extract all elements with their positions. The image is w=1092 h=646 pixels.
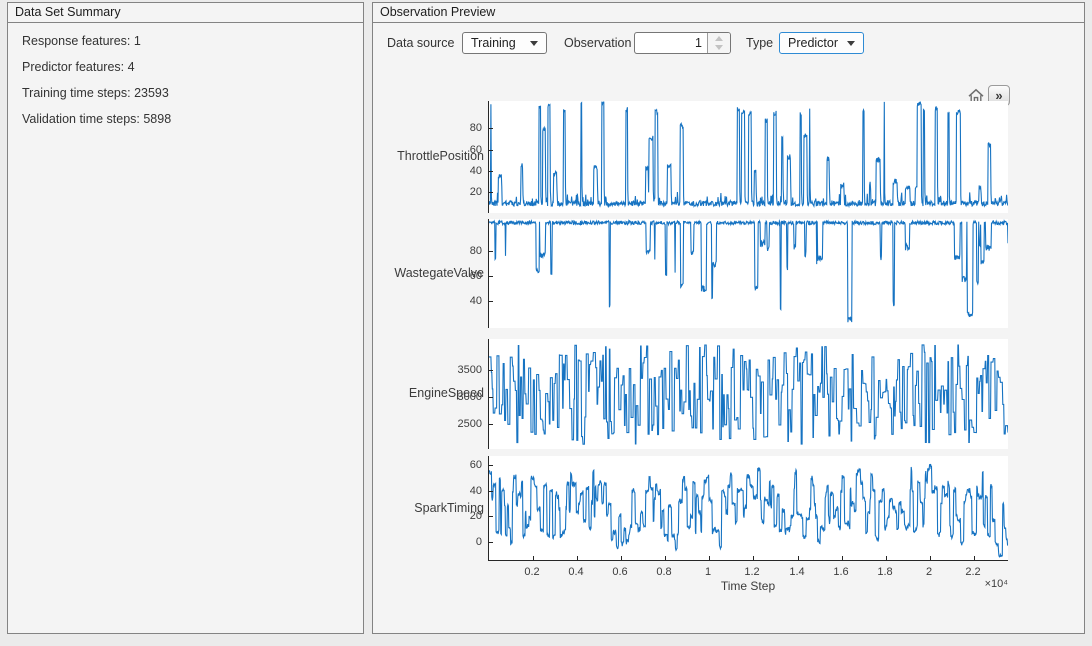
type-dropdown[interactable]: Predictor: [779, 32, 864, 54]
y-tick: [489, 150, 493, 151]
x-axis-label: Time Step: [698, 579, 798, 593]
y-tick: [489, 465, 493, 466]
chevron-down-icon: [530, 41, 538, 46]
observation-input[interactable]: [635, 33, 707, 53]
subplot-EngineSpeed[interactable]: [488, 339, 1008, 449]
type-value: Predictor: [788, 36, 838, 50]
x-tick: [842, 556, 843, 560]
x-tick: [709, 556, 710, 560]
x-tick: [886, 556, 887, 560]
y-tick: [489, 370, 493, 371]
data-set-summary-title: Data Set Summary: [15, 5, 121, 19]
subplot-SparkTiming[interactable]: [488, 456, 1008, 561]
x-tick: [930, 556, 931, 560]
y-tick-label: 60: [436, 144, 482, 156]
y-tick: [489, 171, 493, 172]
y-tick-label: 80: [436, 245, 482, 257]
x-tick: [798, 556, 799, 560]
y-tick-label: 60: [436, 270, 482, 282]
x-tick-label: 1: [690, 566, 726, 578]
y-tick-label: 80: [436, 122, 482, 134]
x-tick: [974, 556, 975, 560]
observation-preview-header: Observation Preview: [373, 3, 1084, 23]
x-tick-label: 1.2: [734, 566, 770, 578]
y-tick: [489, 128, 493, 129]
observation-preview-panel: Observation Preview Data source Training…: [372, 2, 1085, 634]
x-tick: [665, 556, 666, 560]
observation-label: Observation: [564, 32, 631, 54]
y-tick: [489, 276, 493, 277]
x-tick-label: 1.6: [823, 566, 859, 578]
x-tick-label: 2: [911, 566, 947, 578]
y-tick: [489, 424, 493, 425]
data-source-dropdown[interactable]: Training: [462, 32, 547, 54]
y-tick: [489, 251, 493, 252]
observation-spinner[interactable]: [634, 32, 731, 54]
signal-line-SparkTiming: [489, 456, 1008, 561]
x-tick: [753, 556, 754, 560]
y-tick-label: 40: [436, 295, 482, 307]
subplot-WastegateValve[interactable]: [488, 219, 1008, 328]
observation-preview-title: Observation Preview: [380, 5, 495, 19]
type-label: Type: [746, 32, 773, 54]
data-source-label: Data source: [387, 32, 454, 54]
y-tick-label: 60: [436, 459, 482, 471]
chevron-down-icon: [847, 41, 855, 46]
y-tick: [489, 516, 493, 517]
x-tick: [621, 556, 622, 560]
y-tick: [489, 491, 493, 492]
data-source-value: Training: [471, 36, 516, 50]
data-set-summary-panel: Data Set Summary Response features: 1 Pr…: [7, 2, 364, 634]
response-features-stat: Response features: 1: [22, 34, 141, 48]
x-axis-multiplier: ×10⁴: [958, 578, 1008, 590]
spin-up-icon[interactable]: [715, 36, 723, 41]
spin-down-icon[interactable]: [715, 45, 723, 50]
y-tick: [489, 542, 493, 543]
y-tick: [489, 192, 493, 193]
y-tick: [489, 397, 493, 398]
data-set-summary-header: Data Set Summary: [8, 3, 363, 23]
y-tick-label: 20: [436, 510, 482, 522]
x-tick-label: 1.4: [779, 566, 815, 578]
x-tick-label: 2.2: [955, 566, 991, 578]
x-tick: [533, 556, 534, 560]
observation-spin-buttons[interactable]: [707, 33, 730, 53]
validation-time-steps-stat: Validation time steps: 5898: [22, 112, 171, 126]
x-tick-label: 0.4: [558, 566, 594, 578]
y-tick-label: 40: [436, 165, 482, 177]
predictor-features-stat: Predictor features: 4: [22, 60, 135, 74]
x-tick-label: 0.6: [602, 566, 638, 578]
y-tick: [489, 301, 493, 302]
signal-line-EngineSpeed: [489, 339, 1008, 449]
y-tick-label: 3500: [436, 364, 482, 376]
x-tick: [577, 556, 578, 560]
signal-line-ThrottlePosition: [489, 101, 1008, 213]
x-tick-label: 1.8: [867, 566, 903, 578]
training-time-steps-stat: Training time steps: 23593: [22, 86, 169, 100]
y-tick-label: 0: [436, 536, 482, 548]
signal-line-WastegateValve: [489, 219, 1008, 328]
y-tick-label: 20: [436, 186, 482, 198]
x-tick-label: 0.8: [646, 566, 682, 578]
y-tick-label: 3000: [436, 391, 482, 403]
subplot-ThrottlePosition[interactable]: [488, 101, 1008, 213]
y-tick-label: 2500: [436, 418, 482, 430]
y-tick-label: 40: [436, 485, 482, 497]
x-tick-label: 0.2: [514, 566, 550, 578]
